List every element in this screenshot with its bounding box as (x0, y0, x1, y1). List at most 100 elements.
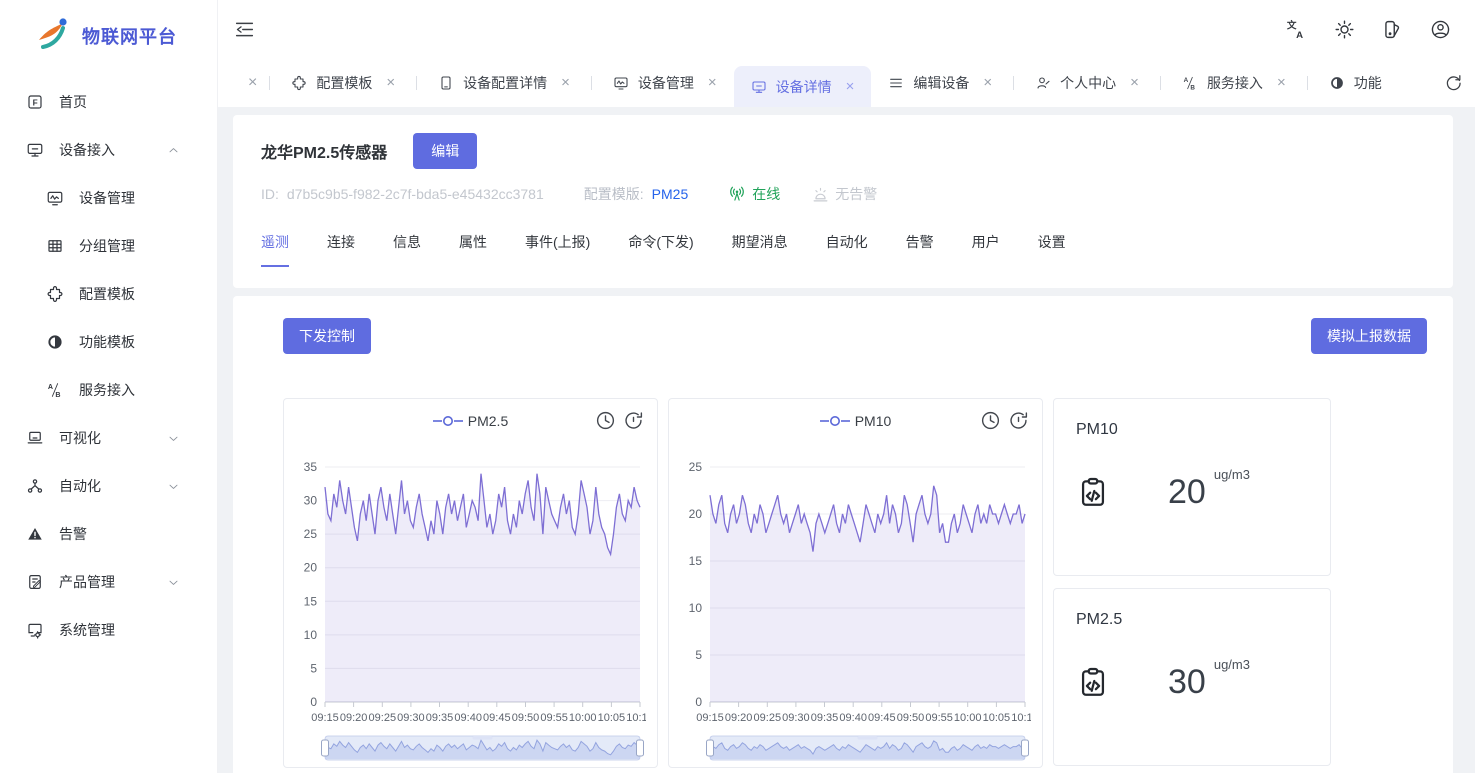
content-area: 龙华PM2.5传感器 编辑 ID: d7b5c9b5-f982-2c7f-bda5… (218, 107, 1475, 773)
close-icon[interactable]: × (561, 74, 570, 91)
theme-sun-icon[interactable] (1334, 19, 1355, 40)
tab-device-config-detail[interactable]: 设备配置详情 × (421, 58, 587, 107)
sidebar-item-label: 自动化 (59, 478, 101, 494)
tab-device-management[interactable]: 设备管理 × (596, 58, 734, 107)
tab-config-template[interactable]: 配置模板 × (274, 58, 412, 107)
tab-separator (1013, 75, 1015, 90)
tab-device-detail[interactable]: 设备详情 × (733, 66, 872, 107)
tab-info[interactable]: 信息 (393, 232, 421, 267)
circle-half-icon (1329, 75, 1345, 91)
chevron-down-icon (167, 480, 180, 493)
tab-separator (416, 75, 418, 90)
tab-commands[interactable]: 命令(下发) (628, 232, 693, 267)
home-icon: F (26, 93, 44, 111)
svg-text:09:20: 09:20 (340, 712, 368, 724)
svg-text:0: 0 (695, 695, 702, 709)
tab-expected-messages[interactable]: 期望消息 (732, 232, 788, 267)
chart-legend[interactable]: PM2.5 (432, 413, 508, 429)
tab-alerts[interactable]: 告警 (906, 232, 934, 267)
sidebar-item-function-template[interactable]: 功能模板 (0, 318, 217, 366)
svg-text:35: 35 (304, 460, 318, 474)
device-id-label: ID: (261, 186, 279, 202)
sidebar-item-label: 告警 (59, 526, 87, 542)
svg-text:0: 0 (310, 695, 317, 709)
config-template-link[interactable]: PM25 (652, 186, 689, 202)
person-icon (1035, 75, 1051, 91)
tab-telemetry[interactable]: 遥测 (261, 232, 289, 267)
ab-icon: AB (1182, 75, 1198, 91)
tab-events[interactable]: 事件(上报) (525, 232, 590, 267)
tab-connection[interactable]: 连接 (327, 232, 355, 267)
clipboard-code-icon (1076, 665, 1110, 699)
clock-icon[interactable] (595, 410, 616, 431)
tab-edit-device[interactable]: 编辑设备 × (871, 58, 1009, 107)
svg-text:09:50: 09:50 (897, 712, 925, 724)
tab-function-template[interactable]: 功能 (1312, 58, 1399, 107)
sidebar-item-product-management[interactable]: 产品管理 (0, 558, 217, 606)
alarm-status: 无告警 (812, 184, 877, 204)
edit-button[interactable]: 编辑 (413, 133, 478, 169)
refresh-clock-icon[interactable] (623, 410, 644, 431)
value-card-unit: ug/m3 (1213, 467, 1250, 482)
sidebar-item-label: 设备接入 (59, 142, 115, 158)
palette-icon[interactable] (1382, 19, 1403, 40)
menu-fold-icon[interactable] (234, 19, 255, 40)
pm10-line-chart: 0 5 10 15 20 25 09:15 09:20 09:25 09:30 09:35 09:40… (689, 460, 1031, 724)
close-icon[interactable]: × (386, 74, 395, 91)
chart-legend[interactable]: PM10 (819, 413, 892, 429)
tab-label: 服务接入 (1206, 74, 1263, 91)
sidebar-item-config-template[interactable]: 配置模板 (0, 270, 217, 318)
list-icon (888, 75, 904, 91)
close-icon[interactable]: × (846, 78, 855, 95)
sidebar-item-alerts[interactable]: 告警 (0, 510, 217, 558)
chevron-down-icon (167, 432, 180, 445)
close-icon[interactable]: × (1130, 74, 1139, 91)
svg-text:09:15: 09:15 (311, 712, 339, 724)
close-icon[interactable]: × (240, 74, 265, 92)
simulate-report-button[interactable]: 模拟上报数据 (1311, 318, 1427, 354)
tab-settings[interactable]: 设置 (1038, 232, 1066, 267)
legend-line-marker-icon (819, 416, 850, 426)
refresh-icon[interactable] (1444, 73, 1463, 92)
send-control-button[interactable]: 下发控制 (283, 318, 371, 354)
sidebar-item-system-management[interactable]: 系统管理 (0, 606, 217, 654)
sidebar-item-label: 设备管理 (79, 190, 135, 206)
user-avatar-icon[interactable] (1430, 19, 1451, 40)
pm25-datazoom-slider[interactable] (295, 731, 646, 765)
tab-automation[interactable]: 自动化 (826, 232, 868, 267)
tab-service-access[interactable]: AB 服务接入 × (1165, 58, 1303, 107)
svg-text:A: A (1184, 77, 1189, 84)
pm10-datazoom-slider[interactable] (680, 731, 1031, 765)
sidebar-item-automation[interactable]: 自动化 (0, 462, 217, 510)
chart-card-pm25: PM2.5 0 5 10 15 20 25 30 35 09:15 09:20 09:25 09:30… (283, 398, 658, 768)
clock-icon[interactable] (980, 410, 1001, 431)
sidebar-item-home[interactable]: F 首页 (0, 78, 217, 126)
sidebar-item-group-management[interactable]: 分组管理 (0, 222, 217, 270)
tab-users[interactable]: 用户 (972, 232, 1000, 267)
sidebar-item-label: 可视化 (59, 430, 101, 446)
brand-logo-icon (39, 18, 67, 49)
refresh-clock-icon[interactable] (1008, 410, 1029, 431)
tab-personal-center[interactable]: 个人中心 × (1018, 58, 1156, 107)
tab-attributes[interactable]: 属性 (459, 232, 487, 267)
sidebar-item-service-access[interactable]: AB 服务接入 (0, 366, 217, 414)
sidebar-item-label: 功能模板 (79, 334, 135, 350)
telemetry-panel: 下发控制 模拟上报数据 PM2.5 0 5 10 15 20 25 30 35 … (233, 296, 1453, 773)
ab-icon: AB (46, 381, 64, 399)
tab-label: 个人中心 (1060, 74, 1117, 91)
sidebar-item-device-management[interactable]: 设备管理 (0, 174, 217, 222)
brand-logo[interactable]: 物联网平台 (0, 0, 217, 64)
svg-text:10:05: 10:05 (983, 712, 1011, 724)
svg-text:09:30: 09:30 (782, 712, 810, 724)
close-icon[interactable]: × (708, 74, 717, 91)
translate-icon[interactable]: 文A (1286, 19, 1307, 39)
tab-label: 设备详情 (775, 78, 832, 95)
close-icon[interactable]: × (983, 74, 992, 91)
chart-title: PM10 (854, 413, 892, 429)
sidebar-item-visualization[interactable]: 可视化 (0, 414, 217, 462)
sidebar-item-device-access[interactable]: 设备接入 (0, 126, 217, 174)
svg-text:09:25: 09:25 (369, 712, 397, 724)
close-icon[interactable]: × (1277, 74, 1286, 91)
warning-icon (26, 525, 44, 543)
clipboard-code-icon (1076, 475, 1110, 509)
